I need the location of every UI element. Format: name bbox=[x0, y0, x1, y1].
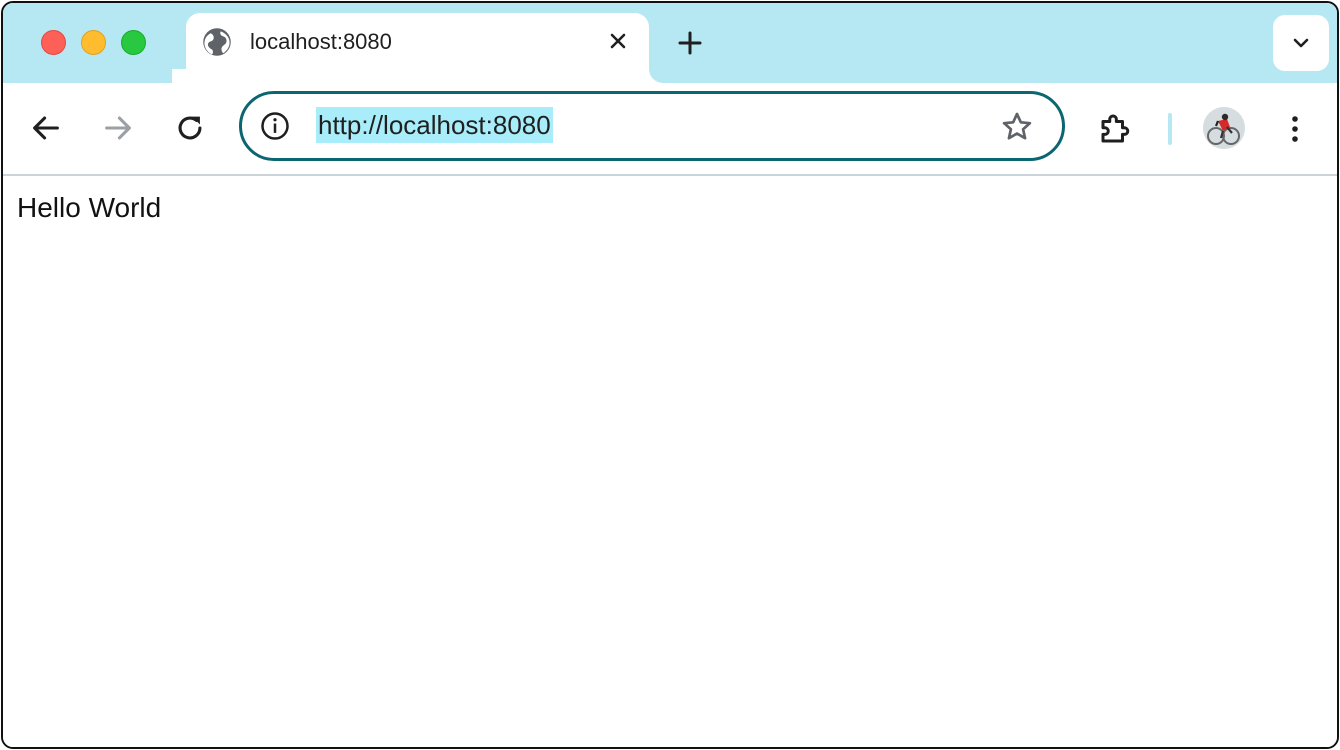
page-content: Hello World bbox=[3, 176, 1337, 747]
toolbar: http://localhost:8080 bbox=[3, 83, 1337, 176]
tab-strip: localhost:8080 bbox=[3, 3, 1337, 83]
page-text: Hello World bbox=[17, 192, 162, 223]
globe-icon bbox=[203, 28, 231, 56]
info-icon[interactable] bbox=[260, 111, 290, 141]
tab-corner-left bbox=[172, 69, 186, 83]
browser-window: localhost:8080 http://localhost:8080 Hel… bbox=[1, 1, 1339, 749]
close-icon[interactable] bbox=[606, 29, 630, 53]
profile-picture bbox=[1203, 107, 1245, 149]
tab-corner-right bbox=[649, 69, 663, 83]
puzzle-icon[interactable] bbox=[1097, 111, 1133, 147]
toolbar-divider bbox=[1168, 113, 1172, 145]
reload-icon[interactable] bbox=[173, 111, 207, 145]
chevron-down-icon bbox=[1293, 38, 1309, 48]
plus-icon[interactable] bbox=[675, 28, 705, 58]
address-bar[interactable]: http://localhost:8080 bbox=[239, 91, 1065, 161]
tab-search-button[interactable] bbox=[1273, 15, 1329, 71]
url-text[interactable]: http://localhost:8080 bbox=[316, 107, 553, 143]
zoom-window-button[interactable] bbox=[121, 30, 146, 55]
avatar[interactable] bbox=[1203, 107, 1245, 149]
arrow-left-icon[interactable] bbox=[29, 111, 63, 145]
minimize-window-button[interactable] bbox=[81, 30, 106, 55]
more-vertical-icon[interactable] bbox=[1283, 111, 1307, 147]
tab-localhost[interactable]: localhost:8080 bbox=[186, 13, 649, 83]
star-icon[interactable] bbox=[1000, 110, 1034, 144]
tab-title: localhost:8080 bbox=[250, 29, 392, 54]
close-window-button[interactable] bbox=[41, 30, 66, 55]
arrow-right-icon[interactable] bbox=[101, 111, 135, 145]
